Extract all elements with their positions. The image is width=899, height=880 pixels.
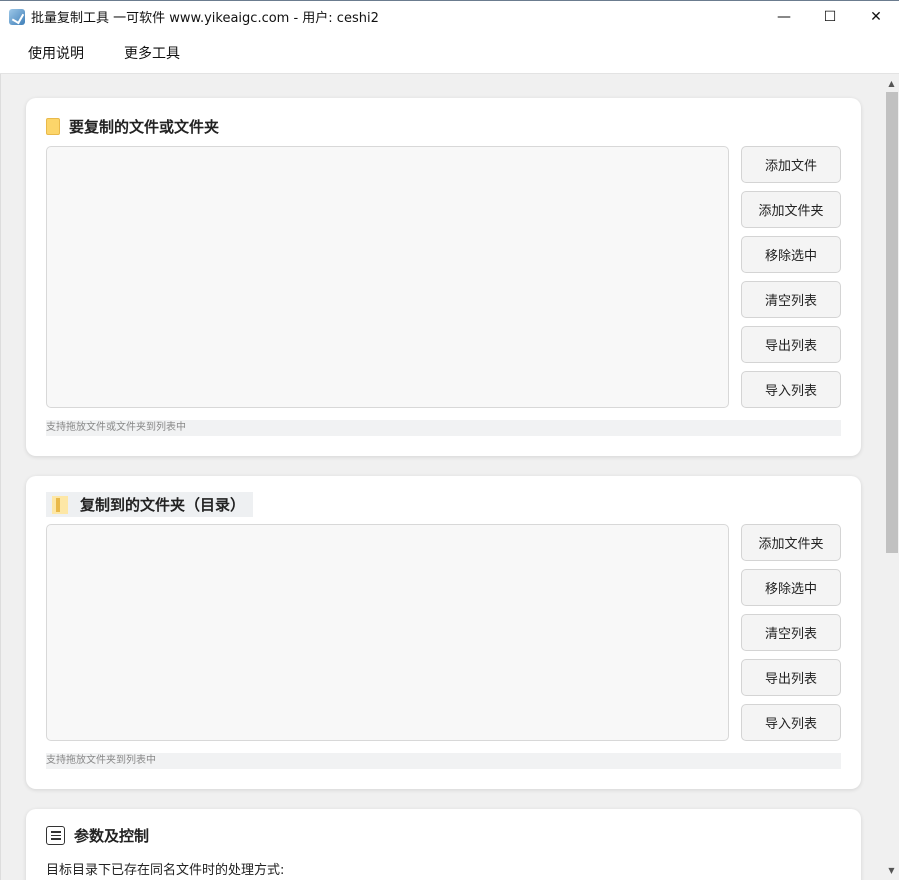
scrollbar-thumb[interactable] — [886, 92, 898, 553]
source-drop-hint: 支持拖放文件或文件夹到列表中 — [46, 420, 841, 436]
dest-panel-header: 复制到的文件夹（目录） — [46, 492, 254, 517]
dest-button-group: 添加文件夹 移除选中 清空列表 导出列表 导入列表 — [741, 524, 841, 749]
add-file-button[interactable]: 添加文件 — [741, 146, 841, 183]
minimize-button[interactable]: — — [761, 1, 807, 33]
params-panel-header: 参数及控制 — [46, 825, 149, 846]
menu-item-more-tools[interactable]: 更多工具 — [124, 43, 180, 63]
export-list-button[interactable]: 导出列表 — [741, 659, 841, 696]
source-button-group: 添加文件 添加文件夹 移除选中 清空列表 导出列表 导入列表 — [741, 146, 841, 416]
folder-open-icon — [52, 495, 68, 514]
close-button[interactable]: ✕ — [853, 1, 899, 33]
source-panel: 要复制的文件或文件夹 添加文件 添加文件夹 移除选中 清空列表 导出列表 导入列… — [26, 98, 861, 456]
overwrite-mode-label: 目标目录下已存在同名文件时的处理方式: — [46, 863, 285, 878]
vertical-scrollbar[interactable]: ▲ ▼ — [884, 74, 899, 880]
clear-list-button[interactable]: 清空列表 — [741, 281, 841, 318]
remove-selected-button[interactable]: 移除选中 — [741, 569, 841, 606]
scroll-down-arrow-icon[interactable]: ▼ — [884, 863, 899, 878]
dest-folder-list[interactable] — [46, 524, 729, 741]
params-panel: 参数及控制 目标目录下已存在同名文件时的处理方式: — [26, 809, 861, 880]
import-list-button[interactable]: 导入列表 — [741, 371, 841, 408]
dest-panel: 复制到的文件夹（目录） 添加文件夹 移除选中 清空列表 导出列表 导入列表 支持… — [26, 476, 861, 789]
dest-drop-hint: 支持拖放文件夹到列表中 — [46, 753, 841, 769]
window-controls: — ☐ ✕ — [761, 1, 899, 33]
window-title: 批量复制工具 一可软件 www.yikeaigc.com - 用户: ceshi… — [31, 11, 379, 26]
title-bar: 批量复制工具 一可软件 www.yikeaigc.com - 用户: ceshi… — [0, 0, 899, 32]
maximize-button[interactable]: ☐ — [807, 1, 853, 33]
params-panel-title: 参数及控制 — [74, 827, 150, 845]
menu-bar: 使用说明 更多工具 — [0, 32, 899, 74]
folder-icon — [46, 118, 60, 135]
app-icon — [9, 8, 25, 25]
main-content: 要复制的文件或文件夹 添加文件 添加文件夹 移除选中 清空列表 导出列表 导入列… — [0, 74, 884, 880]
add-folder-button[interactable]: 添加文件夹 — [741, 524, 841, 561]
import-list-button[interactable]: 导入列表 — [741, 704, 841, 741]
remove-selected-button[interactable]: 移除选中 — [741, 236, 841, 273]
clear-list-button[interactable]: 清空列表 — [741, 614, 841, 651]
scroll-up-arrow-icon[interactable]: ▲ — [884, 76, 899, 91]
source-file-list[interactable] — [46, 146, 729, 408]
export-list-button[interactable]: 导出列表 — [741, 326, 841, 363]
list-icon — [46, 826, 65, 845]
menu-item-help[interactable]: 使用说明 — [28, 43, 84, 63]
add-folder-button[interactable]: 添加文件夹 — [741, 191, 841, 228]
source-panel-title: 要复制的文件或文件夹 — [69, 118, 220, 136]
dest-title-bg: 复制到的文件夹（目录） — [46, 492, 254, 517]
dest-panel-title: 复制到的文件夹（目录） — [80, 496, 246, 514]
source-panel-header: 要复制的文件或文件夹 — [46, 116, 219, 137]
